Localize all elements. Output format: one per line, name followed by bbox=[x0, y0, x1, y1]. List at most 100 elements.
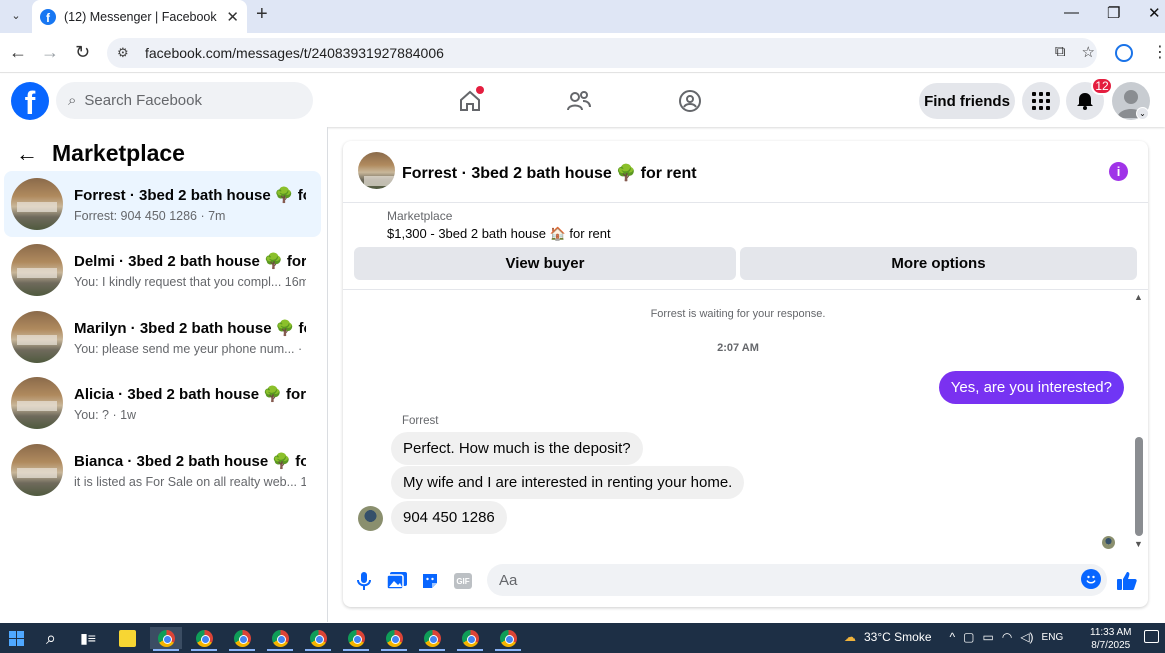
search-icon: ⌕ bbox=[68, 92, 77, 109]
conversation-item[interactable]: Alicia · 3bed 2 bath house 🌳 for r... Yo… bbox=[4, 370, 321, 436]
listing-thumbnail bbox=[11, 244, 63, 296]
tab-search-chevron-icon[interactable]: ⌄ bbox=[6, 5, 26, 25]
chrome-taskbar-icon[interactable] bbox=[193, 627, 215, 649]
taskbar-clock[interactable]: 11:33 AM 8/7/2025 bbox=[1090, 626, 1132, 652]
conversation-title: Alicia · 3bed 2 bath house 🌳 for r... bbox=[74, 385, 306, 403]
browser-tab-messenger[interactable]: f (12) Messenger | Facebook ✕ bbox=[32, 0, 247, 33]
find-friends-button[interactable]: Find friends bbox=[919, 83, 1015, 119]
scrollbar-thumb[interactable] bbox=[1135, 437, 1143, 536]
open-indicator bbox=[191, 649, 217, 651]
forward-arrow-icon[interactable]: → bbox=[41, 42, 59, 63]
conversation-title: Bianca · 3bed 2 bath house 🌳 for ... bbox=[74, 452, 306, 470]
chrome-taskbar-icon[interactable] bbox=[345, 627, 367, 649]
friends-icon[interactable] bbox=[565, 88, 593, 114]
photo-gallery-icon[interactable] bbox=[386, 570, 408, 592]
conversation-preview: it is listed as For Sale on all realty w… bbox=[74, 474, 306, 489]
open-indicator bbox=[305, 649, 331, 651]
conversation-info-icon[interactable]: i bbox=[1109, 162, 1128, 181]
url-text: facebook.com/messages/t/2408393192788400… bbox=[145, 45, 444, 61]
listing-thumbnail bbox=[11, 311, 63, 363]
language-indicator[interactable]: ENG bbox=[1042, 632, 1064, 643]
meet-icon[interactable]: ▢ bbox=[963, 630, 974, 644]
listing-thumbnail bbox=[11, 178, 63, 230]
like-thumbs-up-icon[interactable] bbox=[1116, 570, 1138, 592]
message-input[interactable]: Aa bbox=[487, 564, 1107, 596]
sender-name: Forrest bbox=[402, 415, 439, 427]
reload-icon[interactable]: ↻ bbox=[75, 42, 90, 63]
listing-price[interactable]: $1,300 - 3bed 2 bath house 🏠 for rent bbox=[387, 226, 611, 242]
seen-receipt-avatar bbox=[1102, 536, 1115, 549]
search-input[interactable]: ⌕ Search Facebook bbox=[56, 82, 313, 119]
view-buyer-button[interactable]: View buyer bbox=[354, 247, 736, 280]
scroll-up-arrow-icon[interactable]: ▲ bbox=[1134, 292, 1143, 302]
site-settings-icon[interactable]: ⚙ bbox=[117, 45, 133, 61]
sticky-notes-icon[interactable] bbox=[116, 627, 138, 649]
close-tab-icon[interactable]: ✕ bbox=[226, 8, 239, 26]
marketplace-header: ← Marketplace bbox=[16, 140, 185, 167]
conversation-item[interactable]: Forrest · 3bed 2 bath house 🌳 for... For… bbox=[4, 171, 321, 237]
chrome-taskbar-icon[interactable] bbox=[269, 627, 291, 649]
conversation-preview: You: ? · 1w bbox=[74, 407, 137, 422]
conversation-preview: You: I kindly request that you compl... … bbox=[74, 274, 306, 289]
install-app-icon[interactable]: ⧉ bbox=[1055, 43, 1066, 61]
chrome-taskbar-icon[interactable] bbox=[421, 627, 443, 649]
open-indicator bbox=[267, 649, 293, 651]
volume-icon[interactable]: ◁) bbox=[1020, 630, 1033, 644]
chrome-taskbar-icon[interactable] bbox=[383, 627, 405, 649]
notification-center-icon[interactable] bbox=[1144, 630, 1159, 643]
conversation-item[interactable]: Delmi · 3bed 2 bath house 🌳 for r... You… bbox=[4, 237, 321, 303]
conversation-item[interactable]: Marilyn · 3bed 2 bath house 🌳 fo... You:… bbox=[4, 304, 321, 370]
conversation-item[interactable]: Bianca · 3bed 2 bath house 🌳 for ... it … bbox=[4, 437, 321, 503]
tray-overflow-icon[interactable]: ^ bbox=[950, 630, 956, 644]
open-indicator bbox=[229, 649, 255, 651]
system-tray: ☁ 33°C Smoke ^ ▢ ▭ ◠ ◁) ENG bbox=[844, 630, 1063, 644]
conversation-title: Marilyn · 3bed 2 bath house 🌳 fo... bbox=[74, 319, 306, 337]
gif-icon[interactable]: GIF bbox=[452, 570, 474, 592]
chrome-taskbar-active[interactable] bbox=[150, 627, 182, 649]
browser-menu-icon[interactable]: ⋮ bbox=[1152, 42, 1165, 62]
task-view-icon[interactable]: ▮≡ bbox=[77, 627, 99, 649]
back-arrow-icon[interactable]: ← bbox=[16, 141, 38, 167]
emoji-icon[interactable] bbox=[1081, 569, 1101, 589]
outgoing-message[interactable]: Yes, are you interested? bbox=[938, 371, 1124, 404]
new-tab-button[interactable]: + bbox=[256, 3, 268, 26]
minimize-icon[interactable]: — bbox=[1064, 4, 1079, 21]
windows-start-icon[interactable] bbox=[5, 627, 27, 649]
bookmark-star-icon[interactable]: ☆ bbox=[1082, 43, 1095, 61]
chat-listing-avatar[interactable] bbox=[358, 152, 395, 189]
weather-icon[interactable]: ☁ bbox=[844, 630, 856, 644]
profile-icon[interactable] bbox=[1115, 44, 1133, 62]
facebook-logo-icon[interactable]: f bbox=[11, 82, 49, 120]
weather-text[interactable]: 33°C Smoke bbox=[864, 630, 932, 644]
omnibox-actions: ⧉ ☆ bbox=[1055, 43, 1095, 61]
message-timestamp: 2:07 AM bbox=[717, 342, 759, 354]
incoming-message[interactable]: Perfect. How much is the deposit? bbox=[391, 432, 643, 465]
tab-title: (12) Messenger | Facebook bbox=[64, 9, 217, 24]
close-window-icon[interactable]: ✕ bbox=[1148, 4, 1161, 22]
groups-icon[interactable] bbox=[676, 88, 704, 114]
menu-grid-icon[interactable] bbox=[1022, 82, 1060, 120]
address-bar[interactable]: ⚙ facebook.com/messages/t/24083931927884… bbox=[107, 38, 1097, 68]
incoming-message[interactable]: My wife and I are interested in renting … bbox=[391, 466, 745, 499]
wifi-icon[interactable]: ◠ bbox=[1002, 630, 1012, 644]
incoming-message[interactable]: 904 450 1286 bbox=[391, 501, 507, 534]
microphone-icon[interactable] bbox=[353, 570, 375, 592]
scroll-down-arrow-icon[interactable]: ▼ bbox=[1134, 539, 1143, 549]
restore-icon[interactable]: ❐ bbox=[1107, 4, 1120, 22]
account-chevron-icon[interactable]: ⌄ bbox=[1136, 107, 1149, 120]
facebook-favicon-icon: f bbox=[40, 8, 56, 25]
sticker-icon[interactable] bbox=[419, 570, 441, 592]
chrome-taskbar-icon[interactable] bbox=[459, 627, 481, 649]
chrome-taskbar-icon[interactable] bbox=[231, 627, 253, 649]
conversation-title: Delmi · 3bed 2 bath house 🌳 for r... bbox=[74, 252, 306, 270]
taskbar-search-icon[interactable]: ⌕ bbox=[40, 627, 62, 649]
conversation-preview: Forrest: 904 450 1286 · 7m bbox=[74, 208, 226, 223]
more-options-button[interactable]: More options bbox=[740, 247, 1137, 280]
chrome-taskbar-icon[interactable] bbox=[307, 627, 329, 649]
chat-title[interactable]: Forrest · 3bed 2 bath house 🌳 for rent bbox=[402, 163, 697, 183]
clock-date: 8/7/2025 bbox=[1091, 640, 1131, 651]
chrome-taskbar-icon[interactable] bbox=[497, 627, 519, 649]
back-arrow-icon[interactable]: ← bbox=[9, 42, 27, 63]
sender-avatar[interactable] bbox=[358, 506, 383, 531]
battery-icon[interactable]: ▭ bbox=[982, 630, 993, 644]
